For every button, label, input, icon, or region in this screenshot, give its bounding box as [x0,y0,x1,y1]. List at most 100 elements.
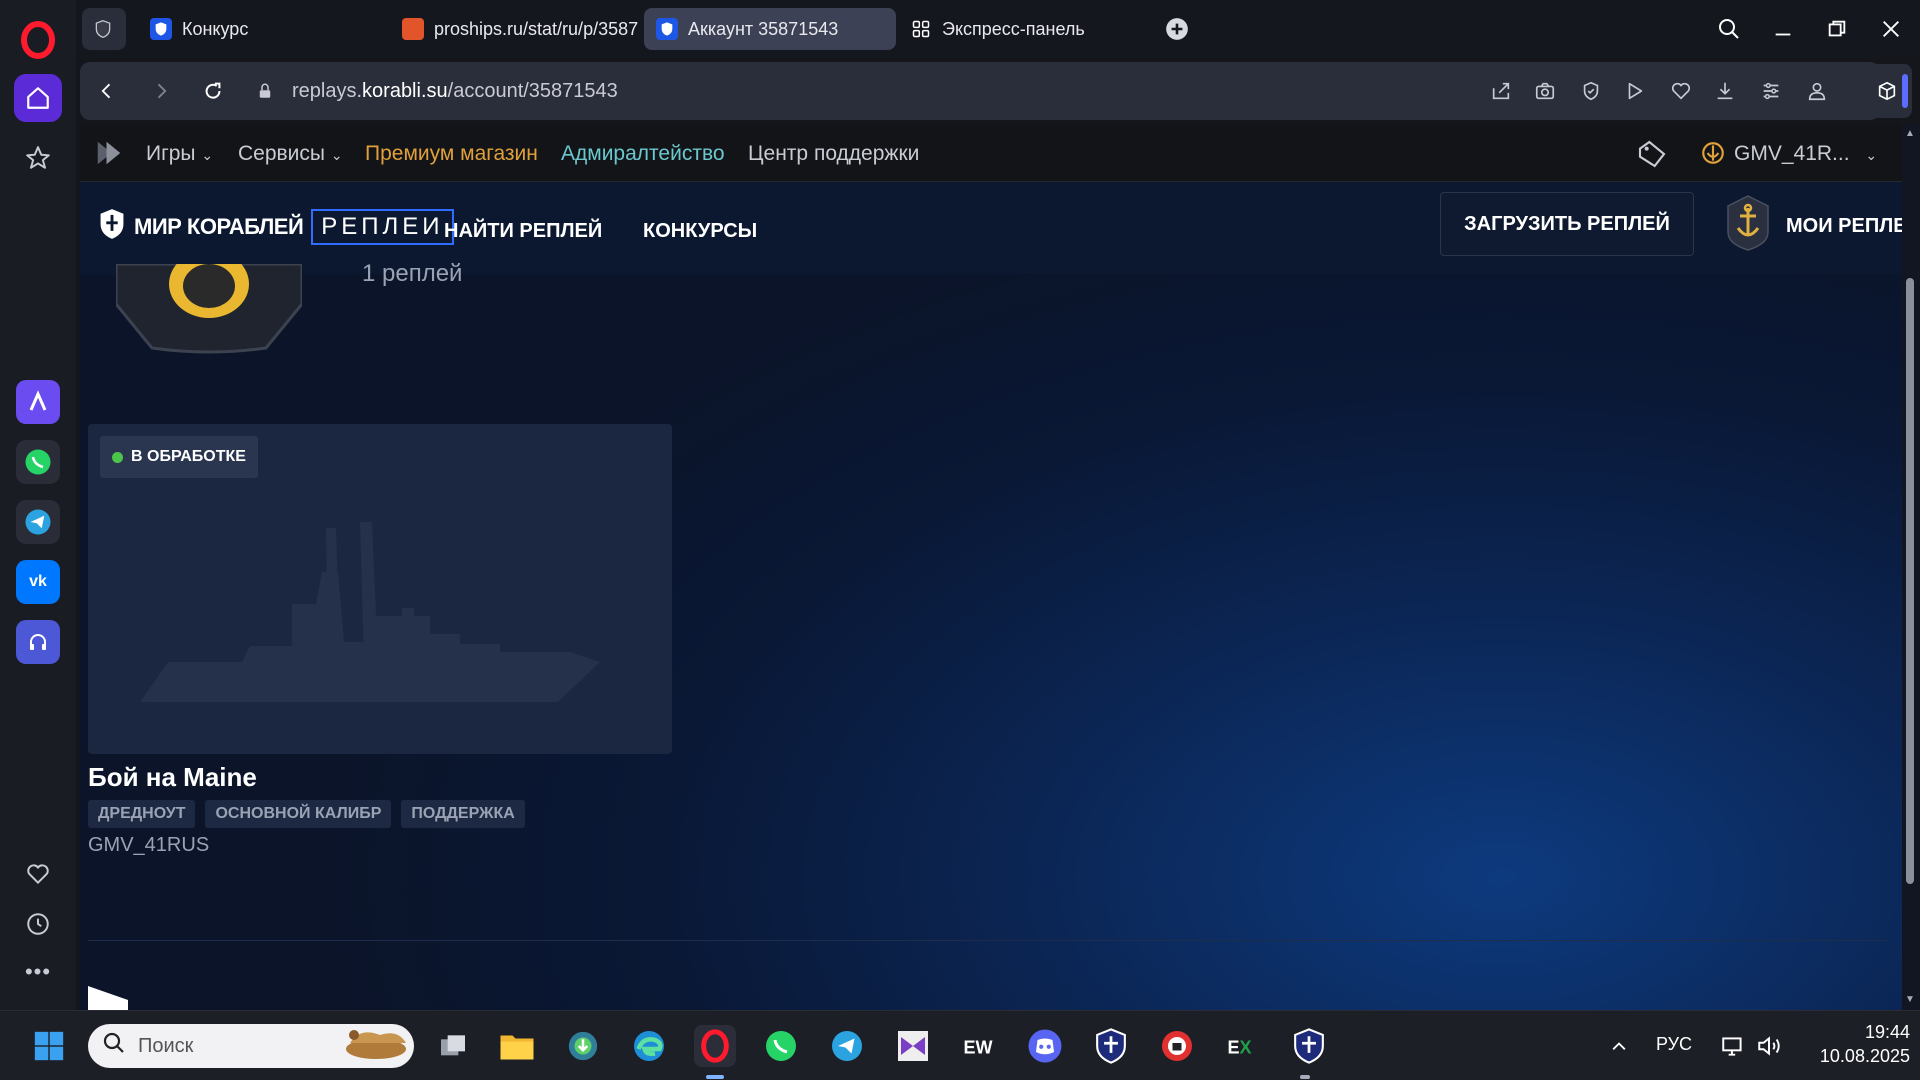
play-icon[interactable] [1620,76,1650,106]
history-icon[interactable] [14,900,62,948]
chevron-down-icon: ⌄ [330,147,343,163]
replay-author[interactable]: GMV_41RUS [88,834,209,857]
replay-card[interactable]: В ОБРАБОТКЕ [88,424,672,754]
chevron-up-icon[interactable] [1598,1025,1640,1067]
vpn-app-icon[interactable] [1156,1025,1198,1067]
nav-contests[interactable]: КОНКУРСЫ [643,220,757,243]
volume-icon[interactable] [1748,1025,1790,1067]
replay-tags: ДРЕДНОУТ ОСНОВНОЙ КАЛИБР ПОДДЕРЖКА [88,800,525,828]
scroll-down-icon[interactable]: ▼ [1904,994,1916,1006]
my-replays-link[interactable]: МОИ РЕПЛЕИ [1724,194,1902,258]
task-view-icon[interactable] [432,1025,474,1067]
restore-icon[interactable] [1820,12,1854,46]
download-icon[interactable] [1710,76,1740,106]
ew-app-icon[interactable]: EW [956,1025,998,1067]
home-icon[interactable] [14,74,62,122]
shield-check-icon[interactable] [1576,76,1606,106]
wg-menu-services-label: Сервисы [238,142,326,165]
chevron-down-icon: ⌄ [1865,147,1878,163]
clock-date[interactable]: 10.08.2025 [1808,1046,1910,1067]
visual-studio-icon[interactable] [892,1025,934,1067]
sidebar-indicator [1902,74,1908,108]
excel-icon[interactable]: EX [1220,1025,1262,1067]
telegram-sidebar-icon[interactable] [16,500,60,544]
tag-coupon-icon[interactable] [1636,138,1668,170]
scrollbar-thumb[interactable] [1906,278,1914,884]
tab-title: proships.ru/stat/ru/p/3587 [434,18,639,39]
file-explorer-icon[interactable] [496,1025,538,1067]
lock-icon[interactable] [250,76,280,106]
input-language[interactable]: РУС [1656,1034,1692,1055]
more-icon[interactable]: ••• [14,948,62,996]
site-logo[interactable]: МИР КОРАБЛЕЙ РЕПЛЕИ [98,208,454,245]
wg-menu-games-label: Игры [146,142,196,165]
easy-setup-icon[interactable] [1756,76,1786,106]
search-icon[interactable] [1712,12,1746,46]
nav-find-replay[interactable]: НАЙТИ РЕПЛЕЙ [444,220,602,243]
taskbar-search[interactable]: Поиск [88,1024,414,1068]
tag-caliber: ОСНОВНОЙ КАЛИБР [205,800,392,828]
music-sidebar-icon[interactable] [16,620,60,664]
korabli-launcher-icon[interactable] [1288,1025,1330,1067]
wg-logo-icon[interactable] [94,138,124,168]
search-icon [102,1031,126,1061]
scroll-up-icon[interactable]: ▲ [1904,128,1916,140]
close-icon[interactable] [1874,12,1908,46]
telegram-taskbar-icon[interactable] [826,1025,868,1067]
wg-link-admiralty[interactable]: Адмиралтейство [561,142,725,166]
windows-start-icon[interactable] [28,1025,70,1067]
wg-menu-services[interactable]: Сервисы ⌄ [238,142,343,166]
forward-icon[interactable] [146,76,176,106]
anchor-emblem-icon [1724,194,1772,258]
svg-text:X: X [1240,1038,1252,1058]
reload-icon[interactable] [198,76,228,106]
footer-logo-icon [88,986,128,1010]
wg-link-premium[interactable]: Премиум магазин [365,142,538,166]
tag-class: ДРЕДНОУТ [88,800,196,828]
share-icon[interactable] [1486,76,1516,106]
whatsapp-sidebar-icon[interactable] [16,440,60,484]
edge-icon[interactable] [628,1025,670,1067]
wg-top-bar: Игры ⌄ Сервисы ⌄ Премиум магазин Адмирал… [80,124,1902,182]
opera-logo-icon[interactable] [18,20,58,60]
web-page: Игры ⌄ Сервисы ⌄ Премиум магазин Адмирал… [80,124,1902,1010]
korabli-favicon-icon [656,18,678,40]
whatsapp-taskbar-icon[interactable] [760,1025,802,1067]
running-app-indicator [1300,1075,1310,1079]
heart-outline-icon[interactable] [1666,76,1696,106]
wg-menu-games[interactable]: Игры ⌄ [146,142,213,166]
tab-speed-dial[interactable]: Экспресс-панель [898,8,1158,50]
tab-pinned[interactable] [82,8,126,50]
profile-icon[interactable] [1802,76,1832,106]
tab-account[interactable]: Аккаунт 35871543 [644,8,896,50]
tab-title: Аккаунт 35871543 [688,18,839,39]
clock-time[interactable]: 19:44 [1808,1022,1910,1043]
replay-count: 1 реплей [362,260,463,287]
tab-contest[interactable]: Конкурс [138,8,378,50]
url-field[interactable]: replays.korabli.su/account/35871543 [292,80,618,103]
game-center-icon[interactable] [1090,1025,1132,1067]
replay-title[interactable]: Бой на Maine [88,762,257,793]
chevron-down-icon: ⌄ [201,147,214,163]
download-manager-icon[interactable] [562,1025,604,1067]
discord-icon[interactable] [1024,1025,1066,1067]
tab-title: Конкурс [182,18,249,39]
new-tab-icon[interactable] [1160,12,1194,46]
camera-icon[interactable] [1530,76,1560,106]
aria-app-icon[interactable] [16,380,60,424]
vk-sidebar-icon[interactable]: vk [16,560,60,604]
upload-replay-button[interactable]: ЗАГРУЗИТЬ РЕПЛЕЙ [1440,192,1694,256]
replays-header: МИР КОРАБЛЕЙ РЕПЛЕИ НАЙТИ РЕПЛЕЙ КОНКУРС… [80,182,1902,274]
shield-icon [92,18,114,40]
wg-link-support[interactable]: Центр поддержки [748,142,919,166]
opera-taskbar-icon[interactable] [694,1025,736,1067]
search-placeholder: Поиск [138,1034,194,1057]
address-bar: replays.korabli.su/account/35871543 [80,62,1880,120]
wg-user-menu[interactable]: GMV_41R... ⌄ [1734,142,1877,166]
back-icon[interactable] [92,76,122,106]
minimize-icon[interactable] [1766,12,1800,46]
heart-icon[interactable] [14,850,62,898]
star-icon[interactable] [14,134,62,182]
active-app-indicator [706,1075,724,1079]
korabli-favicon-icon [150,18,172,40]
